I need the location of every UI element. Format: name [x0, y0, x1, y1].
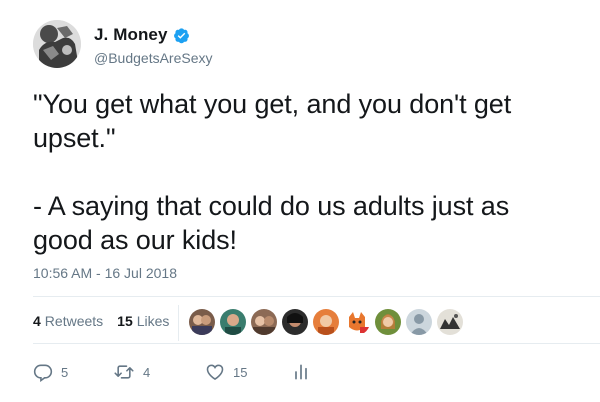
- verified-badge-icon: [173, 27, 190, 44]
- retweet-button[interactable]: 4: [113, 362, 205, 382]
- like-count: 15: [233, 364, 248, 380]
- analytics-button[interactable]: [291, 362, 311, 382]
- avatar-image: [33, 20, 81, 68]
- liker-avatar-7[interactable]: [375, 309, 401, 335]
- liker-avatar-6[interactable]: [344, 309, 370, 335]
- divider-top: [33, 296, 600, 297]
- stats-divider: [178, 305, 179, 341]
- reply-icon: [33, 364, 53, 382]
- liker-avatar-1[interactable]: [189, 309, 215, 335]
- retweets-label: Retweets: [44, 313, 104, 329]
- tweet-stats: 4 Retweets 15 Likes: [33, 313, 183, 329]
- tweet-card: J. Money @BudgetsAreSexy "You get what y…: [0, 0, 600, 402]
- retweets-stat[interactable]: 4 Retweets: [33, 313, 103, 329]
- display-name[interactable]: J. Money: [94, 25, 168, 45]
- analytics-icon: [295, 364, 307, 380]
- tweet-text-line-1: "You get what you get, and you don't get…: [33, 89, 512, 153]
- tweet-text-line-2: - A saying that could do us adults just …: [33, 191, 510, 255]
- like-button[interactable]: 15: [205, 362, 291, 382]
- liker-avatar-3[interactable]: [251, 309, 277, 335]
- reply-count: 5: [61, 364, 69, 380]
- tweet-text: "You get what you get, and you don't get…: [33, 87, 573, 257]
- liker-avatars: [189, 309, 468, 335]
- liker-avatar-8[interactable]: [406, 309, 432, 335]
- retweet-count: 4: [143, 364, 151, 380]
- retweet-icon: [114, 365, 134, 379]
- like-icon: [206, 364, 224, 381]
- liker-avatar-9[interactable]: [437, 309, 463, 335]
- likes-stat[interactable]: 15 Likes: [117, 313, 169, 329]
- user-handle[interactable]: @BudgetsAreSexy: [94, 50, 213, 66]
- liker-avatar-2[interactable]: [220, 309, 246, 335]
- reply-button[interactable]: 5: [33, 362, 113, 382]
- tweet-timestamp[interactable]: 10:56 AM - 16 Jul 2018: [33, 265, 177, 281]
- liker-avatar-4[interactable]: [282, 309, 308, 335]
- likes-count: 15: [117, 313, 133, 329]
- retweets-count: 4: [33, 313, 41, 329]
- divider-bottom: [33, 343, 600, 344]
- user-avatar[interactable]: [33, 20, 81, 68]
- likes-label: Likes: [136, 313, 170, 329]
- name-row: J. Money: [94, 24, 190, 46]
- liker-avatar-5[interactable]: [313, 309, 339, 335]
- tweet-actions: 5 4 15: [33, 362, 311, 382]
